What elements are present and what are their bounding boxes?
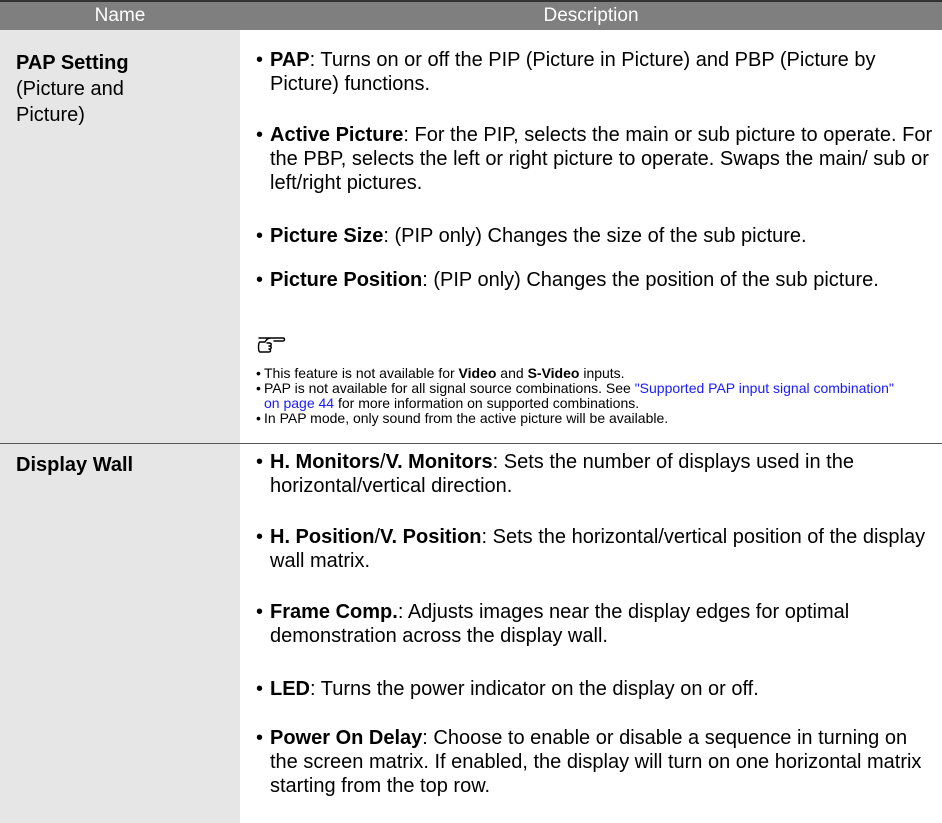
item-text: : Turns the power indicator on the displ… xyxy=(310,678,759,700)
note-text: This feature is not available for xyxy=(264,365,459,381)
item-text: : (PIP only) Changes the position of the… xyxy=(422,269,879,291)
item-term: Frame Comp. xyxy=(270,601,398,623)
row-name-label: PAP Setting (Picture and Picture) xyxy=(16,50,156,128)
list-item: • Active Picture: For the PIP, selects t… xyxy=(256,123,936,195)
note-item: • PAP is not available for all signal so… xyxy=(256,381,896,411)
note-bold: Video xyxy=(458,365,497,381)
note-bold: S-Video xyxy=(527,365,580,381)
item-term: H. Monitors xyxy=(270,451,380,473)
item-text: : (PIP only) Changes the size of the sub… xyxy=(383,225,807,247)
bullet: • xyxy=(256,380,261,396)
row-name-title: Display Wall xyxy=(16,454,134,476)
item-term: PAP xyxy=(270,49,310,71)
notes-list: • This feature is not available for Vide… xyxy=(256,366,896,426)
list-item: • H. Position/V. Position: Sets the hori… xyxy=(256,525,936,573)
note-item: • In PAP mode, only sound from the activ… xyxy=(256,411,896,426)
row-name-cell: Display Wall xyxy=(0,443,240,823)
note-text: inputs. xyxy=(579,365,625,381)
row-name-label: Display Wall xyxy=(16,452,133,478)
item-text: : Turns on or off the PIP (Picture in Pi… xyxy=(270,49,876,95)
bullet: • xyxy=(256,727,264,749)
item-term: Picture Size xyxy=(270,225,384,247)
list-item: • Picture Size: (PIP only) Changes the s… xyxy=(256,224,936,248)
list-item: • PAP: Turns on or off the PIP (Picture … xyxy=(256,48,936,96)
item-term: V. Position xyxy=(380,526,482,548)
note-text: and xyxy=(496,365,528,381)
list-item: • LED: Turns the power indicator on the … xyxy=(256,677,936,701)
settings-table: Name Description PAP Setting (Picture an… xyxy=(0,0,942,823)
row-name-title: PAP Setting xyxy=(16,52,129,74)
item-term: Picture Position xyxy=(270,269,423,291)
header-name: Name xyxy=(94,5,146,26)
row-divider xyxy=(240,443,942,444)
bullet: • xyxy=(256,678,264,700)
table-header: Name Description xyxy=(0,0,942,30)
item-term: Active Picture xyxy=(270,124,404,146)
note-text: PAP is not available for all signal sour… xyxy=(264,380,635,396)
bullet: • xyxy=(256,601,264,623)
bullet: • xyxy=(256,124,264,146)
bullet: • xyxy=(256,526,264,548)
header-description: Description xyxy=(543,5,639,26)
list-item: • Power On Delay: Choose to enable or di… xyxy=(256,726,936,798)
bullet: • xyxy=(256,365,261,381)
item-term: Power On Delay xyxy=(270,727,423,749)
bullet: • xyxy=(256,451,264,473)
list-item: • Picture Position: (PIP only) Changes t… xyxy=(256,268,936,292)
note-text: for more information on supported combin… xyxy=(334,395,640,411)
item-term: V. Monitors xyxy=(385,451,493,473)
list-item: • Frame Comp.: Adjusts images near the d… xyxy=(256,600,936,648)
bullet: • xyxy=(256,49,264,71)
note-item: • This feature is not available for Vide… xyxy=(256,366,896,381)
bullet: • xyxy=(256,225,264,247)
pointing-hand-icon xyxy=(257,337,286,353)
bullet: • xyxy=(256,269,264,291)
item-term: H. Position xyxy=(270,526,375,548)
row-name-subtitle: (Picture and Picture) xyxy=(16,78,124,126)
row-name-cell: PAP Setting (Picture and Picture) xyxy=(0,30,240,443)
bullet: • xyxy=(256,410,261,426)
note-text: In PAP mode, only sound from the active … xyxy=(264,410,669,426)
item-term: LED xyxy=(270,678,310,700)
list-item: • H. Monitors/V. Monitors: Sets the numb… xyxy=(256,450,936,498)
